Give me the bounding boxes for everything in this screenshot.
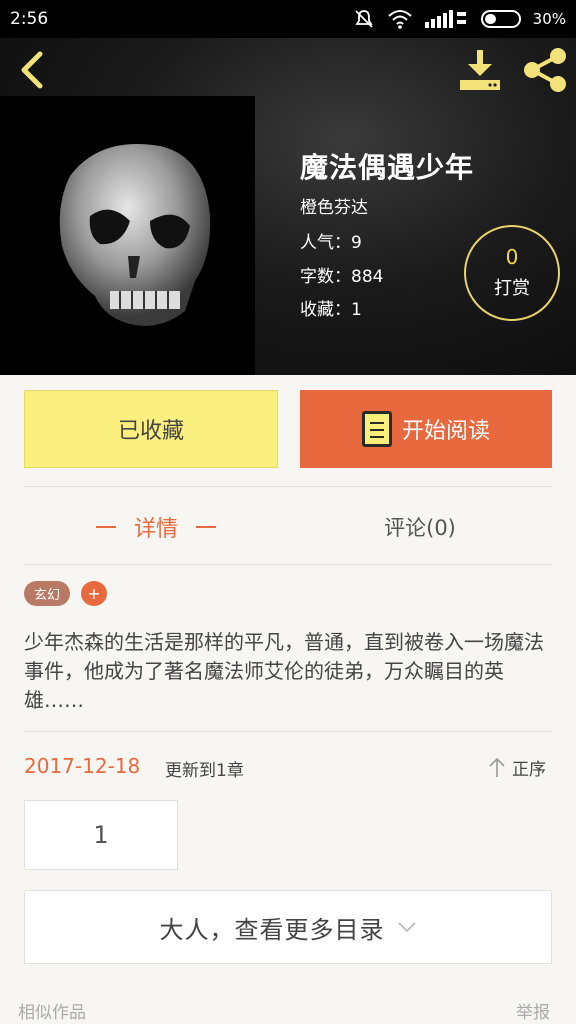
reward-button[interactable]: 0 打赏 (464, 225, 560, 321)
book-title: 魔法偶遇少年 (300, 151, 475, 184)
tab-indicator-left (95, 526, 116, 528)
status-icons: 30% (353, 8, 566, 30)
chapter-item[interactable]: 1 (24, 800, 178, 870)
reward-label: 打赏 (494, 278, 530, 299)
status-bar: 2:56 30% (0, 0, 576, 38)
arrow-up-icon (489, 757, 505, 777)
divider (24, 731, 552, 732)
book-icon (361, 411, 392, 447)
favorites-stat: 收藏：1 (300, 300, 362, 320)
book-cover[interactable] (0, 96, 255, 375)
report-link[interactable]: 举报 (516, 998, 550, 1023)
share-icon (524, 48, 566, 92)
battery-icon (480, 10, 521, 28)
start-reading-label: 开始阅读 (401, 419, 490, 444)
book-author[interactable]: 橙色芬达 (300, 193, 368, 218)
collected-button[interactable]: 已收藏 (24, 390, 278, 468)
tab-details-label: 详情 (133, 517, 178, 542)
chapter-number: 1 (93, 821, 109, 849)
tab-comments[interactable]: 评论(0) (288, 505, 552, 549)
back-button[interactable] (12, 48, 52, 92)
start-reading-button[interactable]: 开始阅读 (300, 390, 552, 468)
reward-count: 0 (505, 245, 519, 269)
signal-icon (424, 10, 466, 28)
more-catalog-button[interactable]: 大人，查看更多目录 (24, 890, 552, 964)
more-catalog-label: 大人，查看更多目录 (159, 915, 385, 944)
download-button[interactable] (456, 46, 504, 94)
divider (24, 564, 552, 565)
sort-order-button[interactable]: 正序 (488, 754, 546, 780)
update-date: 2017-12-18 (24, 754, 141, 778)
battery-percent: 30% (532, 10, 566, 28)
download-icon (460, 50, 500, 90)
book-description: 少年杰森的生活是那样的平凡，普通，直到被卷入一场魔法事件，他成为了著名魔法师艾伦… (24, 630, 544, 712)
genre-tag[interactable]: 玄幻 (24, 581, 71, 606)
collected-label: 已收藏 (117, 419, 184, 444)
skull-cover-image (0, 96, 255, 375)
similar-works-heading: 相似作品 (18, 1003, 86, 1023)
tab-indicator-right (196, 526, 216, 528)
chevron-down-icon (397, 922, 416, 933)
tab-comments-label: 评论(0) (384, 516, 456, 540)
status-time: 2:56 (10, 9, 49, 29)
wifi-icon (387, 10, 412, 29)
update-text: 更新到1章 (165, 761, 244, 781)
tab-details[interactable]: 详情 (24, 505, 288, 549)
chevron-left-icon (21, 51, 43, 89)
book-header: 魔法偶遇少年 橙色芬达 人气：9 字数：884 收藏：1 0 打赏 (0, 38, 576, 375)
word-count-stat: 字数：884 (300, 267, 384, 287)
popularity-stat: 人气：9 (300, 233, 362, 253)
mute-icon (354, 10, 373, 28)
divider (24, 486, 552, 487)
share-button[interactable] (518, 46, 570, 94)
add-tag-button[interactable]: + (81, 581, 107, 606)
sort-order-label: 正序 (512, 759, 546, 780)
